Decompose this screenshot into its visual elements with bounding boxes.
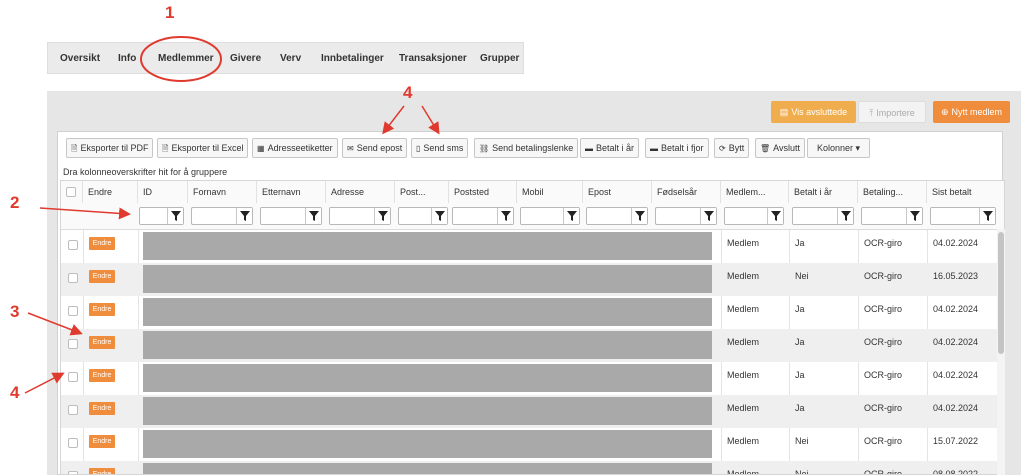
- annotation-arrows: [24, 105, 440, 394]
